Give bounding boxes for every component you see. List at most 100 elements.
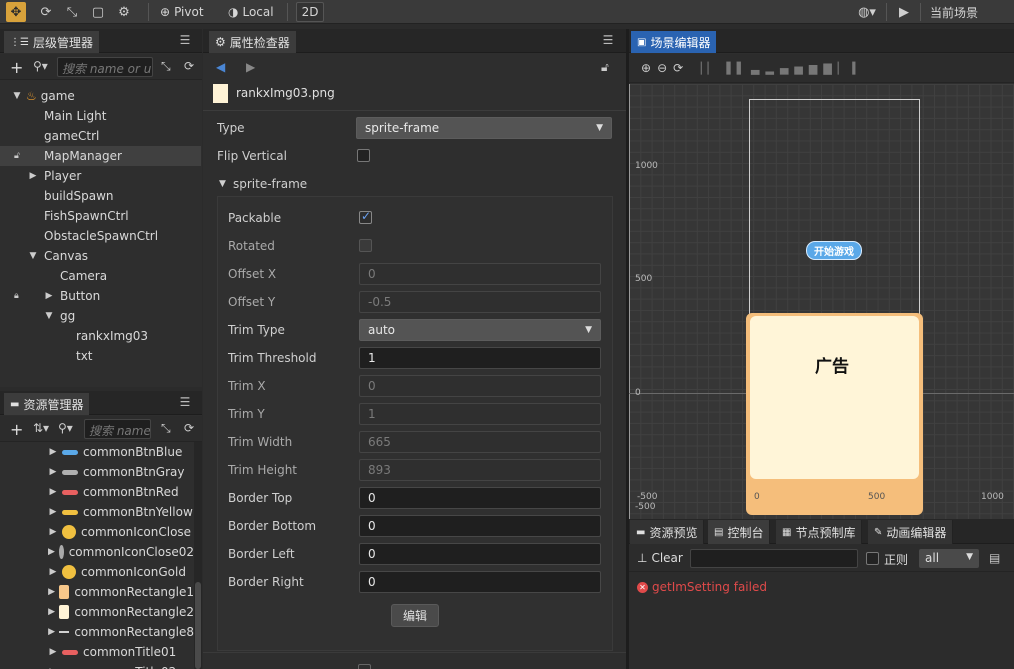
asset-item[interactable]: ▶ commonBtnRed: [0, 482, 194, 502]
tab-inspector[interactable]: ⚙ 属性检查器: [209, 31, 296, 53]
offset-y-input[interactable]: -0.5: [359, 291, 601, 313]
tab-animation-editor[interactable]: ✎ 动画编辑器: [868, 520, 954, 544]
language-globe-icon[interactable]: ◍▾: [854, 2, 880, 22]
type-select[interactable]: sprite-frame ▼: [356, 117, 612, 139]
play-icon[interactable]: ▶: [894, 2, 914, 22]
tree-node-gamectrl[interactable]: gameCtrl: [0, 126, 201, 146]
back-arrow-icon[interactable]: ◀: [216, 60, 225, 74]
border-right-input[interactable]: 0: [359, 571, 601, 593]
assets-scrollbar[interactable]: [194, 442, 202, 669]
expand-arrow-icon[interactable]: ▶: [48, 447, 58, 457]
partial-checkbox[interactable]: [358, 664, 371, 669]
tab-console[interactable]: ▤ 控制台: [708, 520, 771, 544]
refresh-icon[interactable]: ⟳: [184, 59, 194, 73]
pivot-toggle[interactable]: ⊕ Pivot: [160, 3, 204, 21]
tree-node-mapmanager[interactable]: 🔓︎ MapManager: [0, 146, 201, 166]
asset-item[interactable]: ▶ commonIconGold: [0, 562, 194, 582]
tab-assets[interactable]: ▬ 资源管理器: [4, 393, 90, 415]
refresh-icon[interactable]: ⟳: [184, 421, 194, 435]
trim-height-input[interactable]: 893: [359, 459, 601, 481]
tree-node-canvas[interactable]: ▼ Canvas: [0, 246, 201, 266]
current-scene-label[interactable]: 当前场景: [930, 3, 978, 21]
expand-arrow-icon[interactable]: ▶: [44, 291, 54, 301]
asset-item[interactable]: ▶ commonBtnYellow: [0, 502, 194, 522]
asset-item[interactable]: ▶ commonIconClose02: [0, 542, 194, 562]
move-tool-icon[interactable]: ✥: [6, 2, 26, 22]
trim-type-select[interactable]: auto ▼: [359, 319, 601, 341]
rotate-tool-icon[interactable]: ⟳: [36, 2, 56, 22]
tree-node-game[interactable]: ▼ ♨ game: [0, 86, 201, 106]
trim-threshold-input[interactable]: 1: [359, 347, 601, 369]
expand-arrow-icon[interactable]: ▼: [44, 311, 54, 321]
sort-icon[interactable]: ⇅▾: [33, 421, 49, 435]
start-game-button[interactable]: 开始游戏: [806, 241, 862, 260]
expand-arrow-icon[interactable]: ▶: [48, 527, 58, 537]
tree-node-button[interactable]: 🔒︎ ▶ Button: [0, 286, 201, 306]
open-log-file-icon[interactable]: ▤: [989, 551, 1000, 565]
inspector-menu-icon[interactable]: ☰: [601, 33, 615, 47]
scale-tool-icon[interactable]: ⤡: [62, 2, 82, 22]
expand-arrow-icon[interactable]: ▶: [48, 587, 55, 597]
reset-view-icon[interactable]: ⟳: [673, 61, 683, 75]
border-bottom-input[interactable]: 0: [359, 515, 601, 537]
clear-button[interactable]: ⊥ Clear: [637, 551, 683, 565]
expand-arrow-icon[interactable]: ▼: [12, 91, 22, 101]
tree-node-camera[interactable]: Camera: [0, 266, 201, 286]
lock-icon[interactable]: 🔒︎: [14, 291, 19, 301]
asset-item[interactable]: ▶ commonTitle01: [0, 642, 194, 662]
asset-item[interactable]: ▶ commonIconClose: [0, 522, 194, 542]
expand-arrow-icon[interactable]: ▶: [48, 647, 58, 657]
border-top-input[interactable]: 0: [359, 487, 601, 509]
section-collapse-icon[interactable]: ▼: [219, 179, 226, 189]
expand-arrow-icon[interactable]: ▶: [48, 547, 55, 557]
tree-node-rankximg03[interactable]: rankxImg03: [0, 326, 201, 346]
hierarchy-menu-icon[interactable]: ☰: [178, 33, 192, 47]
align-tools-icon[interactable]: ▕▏▐▌▃▂▄▅▆▇▏▍: [693, 62, 867, 75]
expand-arrow-icon[interactable]: ▶: [48, 627, 55, 637]
mode-2d-button[interactable]: 2D: [296, 2, 324, 22]
regex-checkbox[interactable]: [866, 552, 879, 565]
asset-item[interactable]: ▶ commonRectangle1: [0, 582, 194, 602]
assets-search-input[interactable]: 搜索 name: [84, 419, 151, 439]
trim-x-input[interactable]: 0: [359, 375, 601, 397]
rotated-checkbox[interactable]: [359, 239, 372, 252]
expand-arrow-icon[interactable]: ▶: [48, 507, 58, 517]
unlock-icon[interactable]: 🔓︎: [14, 151, 20, 161]
console-filter-input[interactable]: [690, 549, 858, 568]
gear-icon[interactable]: ⚙: [114, 2, 134, 22]
trim-width-input[interactable]: 665: [359, 431, 601, 453]
search-icon[interactable]: ⚲▾: [33, 59, 48, 73]
zoom-out-icon[interactable]: ⊖: [657, 61, 667, 75]
log-level-select[interactable]: all ▼: [919, 549, 979, 568]
add-asset-icon[interactable]: +: [10, 420, 23, 439]
tree-node-txt[interactable]: txt: [0, 346, 201, 366]
rect-tool-icon[interactable]: ▢: [88, 2, 108, 22]
tree-node-gg[interactable]: ▼ gg: [0, 306, 201, 326]
asset-item[interactable]: ▶ commonRectangle8: [0, 622, 194, 642]
asset-item[interactable]: ▶ commonBtnBlue: [0, 442, 194, 462]
asset-item[interactable]: ▶ commonBtnGray: [0, 462, 194, 482]
scene-viewport[interactable]: 广告 开始游戏 1000 500 0 -500 -500 0 500 1000: [629, 84, 1014, 519]
collapse-icon[interactable]: ⤡: [161, 59, 171, 74]
expand-arrow-icon[interactable]: ▶: [48, 467, 58, 477]
expand-arrow-icon[interactable]: ▶: [48, 487, 58, 497]
scrollbar-thumb[interactable]: [195, 582, 201, 669]
tab-scene-editor[interactable]: ▣ 场景编辑器: [631, 31, 717, 53]
search-icon[interactable]: ⚲▾: [58, 421, 73, 435]
expand-arrow-icon[interactable]: ▼: [28, 251, 38, 261]
expand-arrow-icon[interactable]: ▶: [28, 171, 38, 181]
hierarchy-search-input[interactable]: 搜索 name or uuid: [57, 57, 153, 77]
collapse-icon[interactable]: ⤡: [161, 421, 171, 436]
offset-x-input[interactable]: 0: [359, 263, 601, 285]
tab-asset-preview[interactable]: ▬ 资源预览: [630, 520, 705, 544]
tree-node-player[interactable]: ▶ Player: [0, 166, 201, 186]
console-error-row[interactable]: ✕ getImSetting failed: [637, 580, 767, 594]
local-toggle[interactable]: ◑ Local: [228, 3, 274, 21]
trim-y-input[interactable]: 1: [359, 403, 601, 425]
asset-item[interactable]: ▶ commonRectangle2: [0, 602, 194, 622]
flip-vertical-checkbox[interactable]: [357, 149, 370, 162]
forward-arrow-icon[interactable]: ▶: [246, 60, 255, 74]
packable-checkbox[interactable]: ✓: [359, 209, 372, 224]
tree-node-buildspawn[interactable]: buildSpawn: [0, 186, 201, 206]
expand-arrow-icon[interactable]: ▶: [48, 567, 58, 577]
